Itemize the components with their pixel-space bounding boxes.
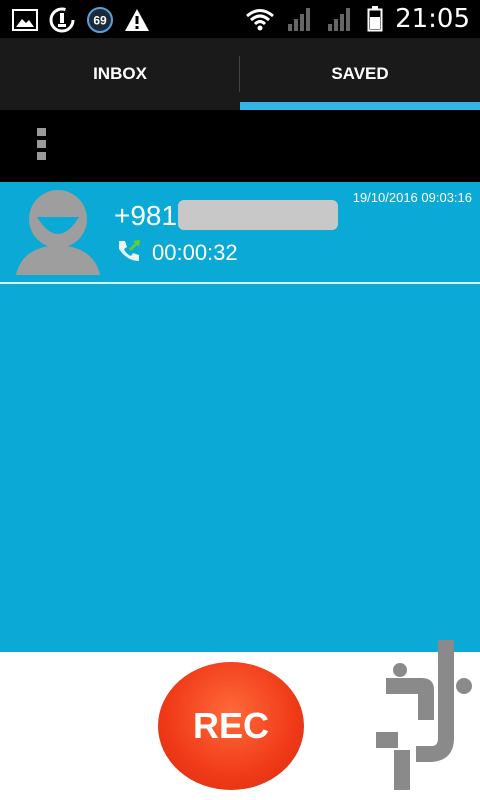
- notification-badge-count: 69: [93, 14, 107, 28]
- list-item[interactable]: +981 19/10/2016 09:03:16 00:00:32: [0, 182, 480, 284]
- bottom-panel: REC: [0, 640, 480, 800]
- caller-number: +981: [114, 200, 178, 231]
- image-icon: [12, 9, 38, 31]
- clock: 21:05: [395, 4, 470, 34]
- selected-tab-indicator: [240, 102, 480, 110]
- record-button-label: REC: [192, 705, 269, 746]
- tab-bar: INBOX SAVED: [0, 38, 480, 110]
- avatar: [16, 190, 100, 275]
- recordings-list: +981 19/10/2016 09:03:16 00:00:32: [0, 182, 480, 652]
- app-logo: [376, 640, 472, 790]
- action-bar: [0, 110, 480, 182]
- tab-inbox[interactable]: INBOX: [0, 38, 240, 110]
- outgoing-call-icon: [119, 240, 140, 261]
- wifi-icon: [246, 9, 275, 31]
- warning-icon: [125, 9, 149, 31]
- recording-timestamp: 19/10/2016 09:03:16: [352, 190, 472, 205]
- signal-icon: [328, 8, 351, 31]
- status-bar-notifications: 69: [12, 6, 150, 34]
- badge-icon: 69: [87, 7, 113, 33]
- signal-icon: [288, 8, 311, 31]
- sync-icon: [49, 7, 75, 33]
- battery-icon: [367, 6, 383, 32]
- status-bar: 69 21:05: [0, 0, 480, 38]
- overflow-menu-icon[interactable]: [36, 128, 48, 164]
- status-bar-system: 21:05: [245, 4, 470, 34]
- call-duration: 00:00:32: [152, 240, 238, 265]
- redacted-number-block: [178, 200, 338, 230]
- record-button[interactable]: REC: [158, 662, 304, 790]
- tab-saved[interactable]: SAVED: [240, 38, 480, 110]
